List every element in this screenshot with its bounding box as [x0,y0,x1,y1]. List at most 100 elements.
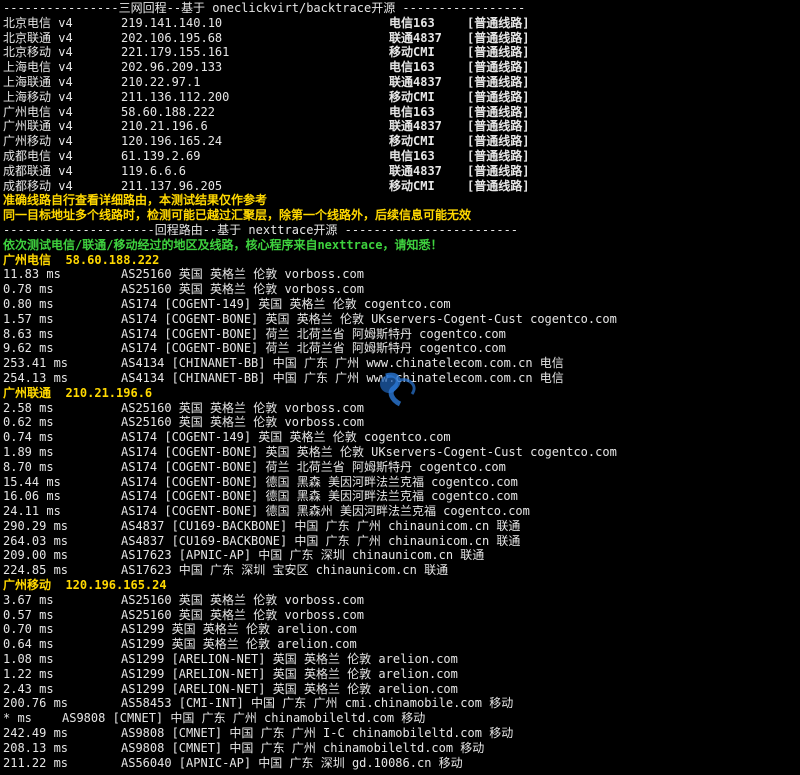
backtrace-route-type: [普通线路] [467,15,530,30]
backtrace-ip: 210.21.196.6 [121,119,208,134]
backtrace-carrier: 移动CMI [389,178,435,193]
hop-rtt: 242.49 ms [3,726,69,741]
hop-info: AS9808 [CMNET] 中国 广东 广州 chinamobileltd.c… [121,740,485,755]
backtrace-location: 成都电信 v4 [3,148,73,163]
backtrace-row: 北京联通 v4 202.106.195.68 联通4837 [普通线路] [3,31,797,46]
hop-info: AS174 [COGENT-BONE] 德国 黑森 美因河畔法兰克福 cogen… [121,489,518,504]
backtrace-route-type: [普通线路] [467,89,530,104]
hop-info: AS174 [COGENT-149] 英国 英格兰 伦敦 cogentco.co… [121,430,451,445]
route-hop: 211.22 ms AS56040 [APNIC-AP] 中国 广东 深圳 gd.… [3,756,797,771]
hop-rtt: 1.57 ms [3,311,54,326]
backtrace-route-type: [普通线路] [467,60,530,75]
backtrace-carrier: 联通4837 [389,30,442,45]
backtrace-carrier: 联通4837 [389,119,442,134]
backtrace-route-type: [普通线路] [467,134,530,149]
route-hop: 0.80 ms AS174 [COGENT-149] 英国 英格兰 伦敦 coge… [3,297,797,312]
backtrace-location: 成都联通 v4 [3,163,73,178]
route-traces: 广州电信 58.60.188.222 11.83 ms AS25160 英国 英格兰… [3,253,797,771]
hop-rtt: 200.76 ms [3,696,69,711]
backtrace-carrier: 联通4837 [389,163,442,178]
hop-rtt: 208.13 ms [3,740,69,755]
backtrace-ip: 61.139.2.69 [121,148,201,163]
route-hop: 3.67 ms AS25160 英国 英格兰 伦敦 vorboss.com [3,593,797,608]
route-hop: 0.62 ms AS25160 英国 英格兰 伦敦 vorboss.com [3,415,797,430]
hop-rtt: * ms [3,711,32,726]
nexttrace-note: 依次测试电信/联通/移动经过的地区及线路，核心程序来自nexttrace，请知悉… [3,237,443,252]
hop-rtt: 0.62 ms [3,415,54,430]
backtrace-row: 广州电信 v4 58.60.188.222 电信163 [普通线路] [3,105,797,120]
backtrace-row: 北京移动 v4 221.179.155.161 移动CMI [普通线路] [3,45,797,60]
backtrace-row: 广州移动 v4 120.196.165.24 移动CMI [普通线路] [3,134,797,149]
backtrace-location: 北京移动 v4 [3,45,73,60]
hop-rtt: 1.22 ms [3,666,54,681]
hop-rtt: 1.89 ms [3,444,54,459]
hop-rtt: 254.13 ms [3,370,69,385]
backtrace-ip: 219.141.140.10 [121,15,223,30]
hop-rtt: 0.64 ms [3,637,54,652]
backtrace-route-type: [普通线路] [467,148,530,163]
backtrace-route-type: [普通线路] [467,163,530,178]
backtrace-row: 成都电信 v4 61.139.2.69 电信163 [普通线路] [3,149,797,164]
hop-rtt: 2.43 ms [3,681,54,696]
hop-info: AS58453 [CMI-INT] 中国 广东 广州 cmi.chinamobi… [121,696,514,711]
route-hop: 9.62 ms AS174 [COGENT-BONE] 荷兰 北荷兰省 阿姆斯特丹… [3,341,797,356]
backtrace-location: 北京电信 v4 [3,15,73,30]
route-hop: 224.85 ms AS17623 中国 广东 深圳 宝安区 chinaunico… [3,563,797,578]
hop-rtt: 3.67 ms [3,592,54,607]
backtrace-ip: 202.106.195.68 [121,30,223,45]
route-hop: 1.22 ms AS1299 [ARELION-NET] 英国 英格兰 伦敦 ar… [3,667,797,682]
hop-rtt: 264.03 ms [3,533,69,548]
hop-info: AS25160 英国 英格兰 伦敦 vorboss.com [121,607,364,622]
backtrace-ip: 210.22.97.1 [121,74,201,89]
backtrace-location: 广州移动 v4 [3,134,73,149]
hop-rtt: 209.00 ms [3,548,69,563]
route-hop: 8.70 ms AS174 [COGENT-BONE] 荷兰 北荷兰省 阿姆斯特丹… [3,460,797,475]
backtrace-carrier: 联通4837 [389,74,442,89]
backtrace-ip: 211.136.112.200 [121,89,230,104]
backtrace-carrier: 移动CMI [389,45,435,60]
backtrace-ip: 221.179.155.161 [121,45,230,60]
backtrace-ip: 119.6.6.6 [121,163,187,178]
backtrace-route-type: [普通线路] [467,74,530,89]
hop-rtt: 0.78 ms [3,282,54,297]
route-hop: 24.11 ms AS174 [COGENT-BONE] 德国 黑森州 美因河畔法… [3,504,797,519]
backtrace-carrier: 电信163 [389,15,435,30]
hop-rtt: 290.29 ms [3,518,69,533]
backtrace-location: 上海电信 v4 [3,60,73,75]
hop-rtt: 0.80 ms [3,296,54,311]
hop-info: AS9808 [CMNET] 中国 广东 广州 chinamobileltd.c… [62,711,426,726]
backtrace-row: 北京电信 v4 219.141.140.10 电信163 [普通线路] [3,16,797,31]
hop-rtt: 2.58 ms [3,400,54,415]
route-hop: 200.76 ms AS58453 [CMI-INT] 中国 广东 广州 cmi.… [3,696,797,711]
backtrace-route-type: [普通线路] [467,30,530,45]
hop-info: AS25160 英国 英格兰 伦敦 vorboss.com [121,592,364,607]
backtrace-ip: 58.60.188.222 [121,104,215,119]
backtrace-route-type: [普通线路] [467,104,530,119]
hop-info: AS17623 中国 广东 深圳 宝安区 chinaunicom.cn 联通 [121,563,449,578]
backtrace-location: 上海联通 v4 [3,74,73,89]
hop-rtt: 16.06 ms [3,489,61,504]
route-hop: 242.49 ms AS9808 [CMNET] 中国 广东 广州 I-C chi… [3,726,797,741]
hop-rtt: 224.85 ms [3,563,69,578]
hop-info: AS1299 [ARELION-NET] 英国 英格兰 伦敦 arelion.c… [121,652,458,667]
hop-rtt: 24.11 ms [3,504,61,519]
hop-info: AS174 [COGENT-BONE] 德国 黑森 美因河畔法兰克福 cogen… [121,474,518,489]
backtrace-carrier: 电信163 [389,104,435,119]
route-hop: 8.63 ms AS174 [COGENT-BONE] 荷兰 北荷兰省 阿姆斯特丹… [3,327,797,342]
hop-rtt: 8.70 ms [3,459,54,474]
hop-info: AS25160 英国 英格兰 伦敦 vorboss.com [121,267,364,282]
backtrace-carrier: 电信163 [389,60,435,75]
nexttrace-header: ---------------------回程路由--基于 nexttrace开… [3,222,519,237]
route-hop: 1.89 ms AS174 [COGENT-BONE] 英国 英格兰 伦敦 UKs… [3,445,797,460]
hop-info: AS56040 [APNIC-AP] 中国 广东 深圳 gd.10086.cn … [121,755,463,770]
route-hop: 0.64 ms AS1299 英国 英格兰 伦敦 arelion.com [3,637,797,652]
hop-rtt: 1.08 ms [3,652,54,667]
hop-info: AS1299 [ARELION-NET] 英国 英格兰 伦敦 arelion.c… [121,666,458,681]
backtrace-carrier: 电信163 [389,148,435,163]
hop-rtt: 15.44 ms [3,474,61,489]
route-title: 广州移动 120.196.165.24 [3,578,167,593]
hop-info: AS4134 [CHINANET-BB] 中国 广东 广州 www.chinat… [121,356,564,371]
hop-rtt: 8.63 ms [3,326,54,341]
hop-info: AS17623 [APNIC-AP] 中国 广东 深圳 chinaunicom.… [121,548,485,563]
backtrace-carrier: 移动CMI [389,89,435,104]
